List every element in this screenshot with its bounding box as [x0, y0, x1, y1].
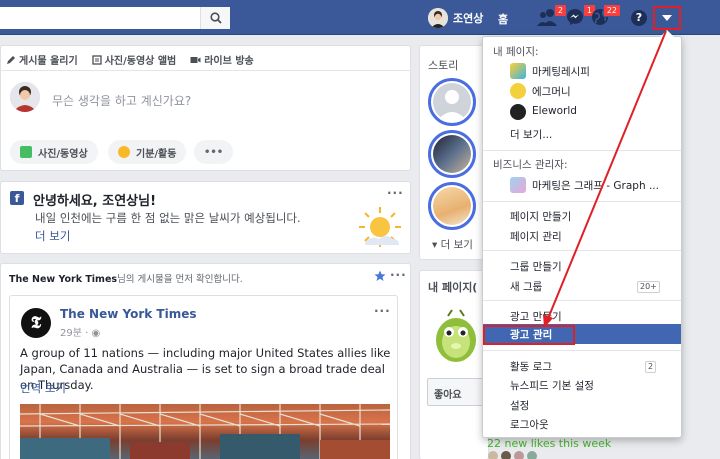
messages-button[interactable]: 1	[566, 4, 596, 28]
my-pages-card	[419, 270, 489, 459]
feeling-activity-button[interactable]: 기분/활동	[108, 140, 187, 164]
messenger-icon	[567, 9, 583, 25]
my-pages-header: 내 페이지:	[493, 46, 539, 58]
create-page-item[interactable]: 페이지 만들기	[510, 209, 571, 224]
search-button[interactable]	[200, 7, 230, 29]
story-item[interactable]	[428, 78, 476, 126]
dropdown-business-item[interactable]: 마케팅은 그래프 - Graph ...	[532, 178, 659, 193]
post-options-button[interactable]: ···	[374, 304, 391, 318]
greeting-options-button[interactable]: ···	[387, 186, 404, 200]
page-avatar-icon	[510, 63, 526, 79]
post-body: A group of 11 nations — including major …	[20, 346, 391, 392]
divider	[483, 150, 681, 151]
new-likers-avatars	[488, 451, 537, 459]
video-camera-icon	[190, 56, 201, 63]
greeting-text: 내일 인천에는 구름 한 점 없는 맑은 날씨가 예상됩니다.	[35, 211, 301, 225]
post-author[interactable]: The New York Times	[60, 307, 196, 321]
greeting-title: 안녕하세요, 조연상님!	[33, 194, 157, 209]
tab-create-post[interactable]: 게시물 올리기	[6, 52, 78, 67]
divider	[483, 350, 681, 351]
photo-video-button[interactable]: 사진/동영상	[10, 140, 98, 164]
divider	[483, 201, 681, 202]
dropdown-page-item[interactable]: Eleworld	[532, 105, 577, 117]
create-group-item[interactable]: 그룹 만들기	[510, 259, 562, 274]
friend-requests-button[interactable]: 2	[537, 4, 567, 28]
manage-ads-label: 광고 관리	[510, 329, 553, 341]
page-avatar-icon	[510, 83, 526, 99]
dropdown-caret	[660, 30, 674, 37]
activity-log-item[interactable]: 활동 로그	[510, 359, 552, 374]
story-item[interactable]	[428, 130, 476, 178]
post-time[interactable]: 29분 · ◉	[60, 324, 100, 339]
notifications-badge: 22	[602, 4, 621, 17]
album-icon	[92, 54, 102, 65]
help-button[interactable]: ?	[631, 10, 647, 26]
search-input[interactable]	[0, 7, 230, 29]
star-icon	[374, 270, 386, 281]
new-likes-text: 22 new likes this week	[487, 437, 612, 450]
new-groups-item[interactable]: 새 그룹	[510, 279, 542, 294]
translate-link[interactable]: 번역 보기	[20, 380, 66, 396]
logout-item[interactable]: 로그아웃	[510, 417, 549, 432]
smiley-icon	[118, 146, 130, 158]
like-page-button[interactable]: 좋아요	[427, 378, 487, 406]
dropdown-more-pages[interactable]: 더 보기...	[510, 127, 552, 142]
dropdown-page-item[interactable]: 마케팅레시피	[532, 64, 590, 79]
create-ad-item[interactable]: 광고 만들기	[510, 309, 562, 324]
notifications-button[interactable]: 22	[591, 4, 621, 28]
facebook-logo-icon: f	[10, 191, 24, 205]
feed-options-button[interactable]: ···	[390, 268, 407, 282]
my-pages-title: 내 페이지(	[428, 281, 478, 294]
more-options-button[interactable]: •••	[194, 140, 234, 164]
stories-title: 스토리	[428, 59, 459, 72]
newsfeed-preferences-item[interactable]: 뉴스피드 기본 설정	[510, 378, 594, 393]
composer-avatar	[10, 82, 40, 112]
photo-icon	[20, 146, 32, 158]
public-icon: ◉	[91, 328, 101, 339]
composer-tabs: 게시물 올리기 사진/동영상 앨범 라이브 방송	[6, 52, 254, 67]
pencil-icon	[7, 55, 15, 64]
avatar	[488, 451, 498, 459]
page-avatar-icon	[510, 104, 526, 120]
top-navigation-bar: 조연상 홈 2 1 22 ?	[0, 0, 720, 35]
greeting-more-link[interactable]: 더 보기	[35, 228, 70, 244]
post-photo[interactable]	[20, 404, 390, 459]
chevron-down-icon	[662, 15, 672, 21]
story-item[interactable]	[428, 182, 476, 230]
settings-item[interactable]: 설정	[510, 398, 529, 413]
activity-log-count: 2	[645, 361, 657, 373]
dropdown-page-item[interactable]: 에그머니	[532, 84, 571, 99]
business-avatar-icon	[510, 177, 526, 193]
nyt-logo-icon: 𝕿	[21, 308, 51, 338]
stories-more-link[interactable]: ▾ 더 보기	[432, 237, 473, 252]
divider	[483, 250, 681, 251]
search-icon	[209, 12, 222, 24]
account-menu-button[interactable]	[653, 6, 681, 30]
avatar	[527, 451, 537, 459]
business-manager-header: 비즈니스 관리자:	[493, 159, 568, 171]
manage-pages-item[interactable]: 페이지 관리	[510, 229, 562, 244]
avatar	[428, 8, 448, 28]
tab-photo-album[interactable]: 사진/동영상 앨범	[92, 52, 176, 67]
post-card: 𝕿 The New York Times 29분 · ◉ ··· A group…	[9, 295, 398, 459]
profile-link[interactable]: 조연상	[428, 7, 483, 29]
composer-divider	[0, 70, 411, 71]
new-groups-count: 20+	[637, 281, 660, 293]
sun-icon	[359, 207, 401, 247]
composer-input[interactable]: 무슨 생각을 하고 계신가요?	[52, 92, 191, 109]
see-first-notice: The New York Times님의 게시물을 먼저 확인합니다.	[9, 274, 243, 285]
tab-live-video[interactable]: 라이브 방송	[190, 52, 254, 67]
avatar	[501, 451, 511, 459]
divider	[483, 300, 681, 301]
home-link[interactable]: 홈	[498, 11, 508, 27]
kiwi-mascot-icon	[436, 309, 476, 362]
profile-name: 조연상	[453, 12, 484, 25]
avatar	[514, 451, 524, 459]
